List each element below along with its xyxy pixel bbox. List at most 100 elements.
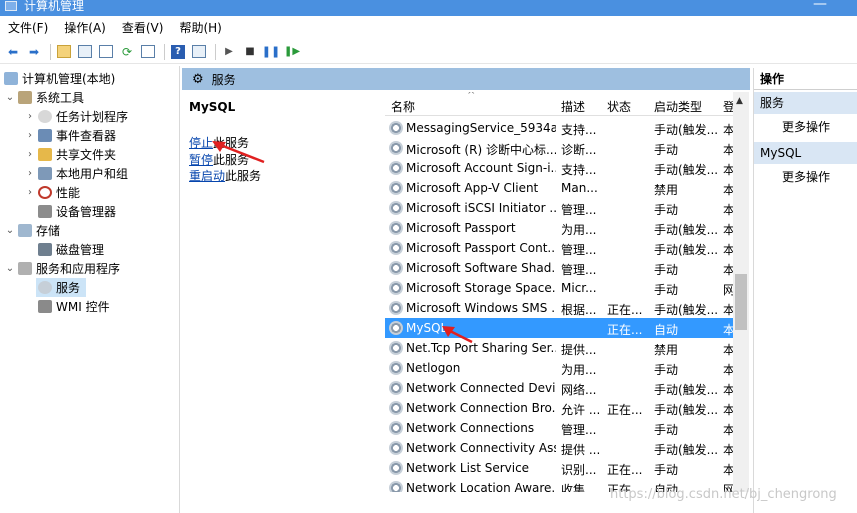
table-row[interactable]: Network List Service 识别... 正在... 手动 本 bbox=[385, 458, 733, 478]
table-row[interactable]: Network Connection Bro... 允许 ... 正在... 手动(触… bbox=[385, 398, 733, 418]
menu-bar: 文件(F) 操作(A) 查看(V) 帮助(H) bbox=[0, 17, 857, 39]
chevron-down-icon[interactable]: ⌄ bbox=[4, 263, 16, 274]
disk-icon bbox=[38, 243, 52, 256]
menu-file[interactable]: 文件(F) bbox=[0, 18, 56, 38]
service-description-cell: 收集... bbox=[561, 483, 597, 492]
table-row[interactable]: Microsoft App-V Client Man... 禁用 本 bbox=[385, 178, 733, 198]
more-actions-services[interactable]: 更多操作 bbox=[782, 118, 830, 135]
actions-section-services[interactable]: 服务 bbox=[754, 92, 857, 114]
table-row[interactable]: Microsoft (R) 诊断中心标... 诊断... 手动 本 bbox=[385, 138, 733, 158]
column-header-description[interactable]: 描述 bbox=[561, 98, 585, 115]
service-startup-cell: 手动 bbox=[654, 363, 679, 377]
column-header-name[interactable]: 名称 bbox=[391, 98, 415, 115]
gear-icon bbox=[389, 381, 403, 395]
service-name-cell: Microsoft iSCSI Initiator ... bbox=[406, 201, 556, 215]
table-row[interactable]: Network Connections 管理... 手动 本 bbox=[385, 418, 733, 438]
menu-action[interactable]: 操作(A) bbox=[56, 18, 114, 38]
gear-icon bbox=[389, 341, 403, 355]
stop-service-icon[interactable]: ■ bbox=[241, 43, 259, 61]
table-row[interactable]: MessagingService_5934a 支持... 手动(触发... 本 bbox=[385, 118, 733, 138]
tree-item-root[interactable]: 计算机管理(本地) bbox=[2, 69, 115, 88]
table-row[interactable]: Microsoft Passport 为用... 手动(触发... 本 bbox=[385, 218, 733, 238]
tree-item-wmi[interactable]: WMI 控件 bbox=[36, 297, 110, 316]
tree-item-event-viewer[interactable]: › 事件查看器 bbox=[24, 126, 116, 145]
chevron-right-icon[interactable]: › bbox=[24, 111, 36, 122]
table-row[interactable]: Microsoft iSCSI Initiator ... 管理... 手动 本 bbox=[385, 198, 733, 218]
start-service-icon[interactable]: ▶ bbox=[220, 43, 238, 61]
table-row[interactable]: Microsoft Storage Space... Micr... 手动 网 bbox=[385, 278, 733, 298]
forward-arrow-icon[interactable]: ➡ bbox=[25, 43, 43, 61]
table-row[interactable]: Network Connectivity Ass... 提供 ... 手动(触发..… bbox=[385, 438, 733, 458]
actions-section-mysql[interactable]: MySQL bbox=[754, 142, 857, 164]
service-logon-cell: 本 bbox=[723, 343, 733, 357]
table-row[interactable]: Microsoft Account Sign-i... 支持... 手动(触发...… bbox=[385, 158, 733, 178]
tree-item-label: 性能 bbox=[56, 186, 81, 200]
chevron-right-icon[interactable]: › bbox=[24, 149, 36, 160]
service-startup-cell: 手动 bbox=[654, 143, 679, 157]
menu-view[interactable]: 查看(V) bbox=[114, 18, 172, 38]
menu-help[interactable]: 帮助(H) bbox=[171, 18, 229, 38]
tree-item-device-manager[interactable]: 设备管理器 bbox=[36, 202, 116, 221]
service-description-cell: 为用... bbox=[561, 363, 597, 377]
tree-item-disk-management[interactable]: 磁盘管理 bbox=[36, 240, 104, 259]
chevron-right-icon[interactable]: › bbox=[24, 187, 36, 198]
service-status-cell: 正在... bbox=[607, 403, 643, 417]
tree-item-system-tools[interactable]: ⌄ 系统工具 bbox=[4, 88, 84, 107]
gear-icon bbox=[38, 281, 52, 294]
show-hide-tree-icon[interactable] bbox=[76, 43, 94, 61]
minimize-button[interactable]: — bbox=[813, 0, 827, 12]
scroll-up-icon[interactable]: ▲ bbox=[736, 96, 743, 106]
tree-item-performance[interactable]: › 性能 bbox=[24, 183, 80, 202]
service-name-cell: MessagingService_5934a bbox=[406, 121, 556, 135]
tree-item-task-scheduler[interactable]: › 任务计划程序 bbox=[24, 107, 128, 126]
gear-icon bbox=[389, 221, 403, 235]
column-header-startup-type[interactable]: 启动类型 bbox=[654, 98, 702, 115]
service-description-cell: 为用... bbox=[561, 223, 597, 237]
table-row[interactable]: Microsoft Windows SMS ... 根据... 正在... 手动(触发… bbox=[385, 298, 733, 318]
service-startup-cell: 手动 bbox=[654, 423, 679, 437]
chevron-down-icon[interactable]: ⌄ bbox=[4, 92, 16, 103]
service-logon-cell: 本 bbox=[723, 323, 733, 337]
service-description-cell: 根据... bbox=[561, 303, 597, 317]
pause-service-icon[interactable]: ❚❚ bbox=[262, 43, 280, 61]
column-header-logon[interactable]: 登 bbox=[723, 98, 733, 115]
service-startup-cell: 手动(触发... bbox=[654, 403, 719, 417]
service-name-cell: Microsoft Passport bbox=[406, 221, 516, 235]
properties-icon[interactable] bbox=[97, 43, 115, 61]
tree-item-services-apps[interactable]: ⌄ 服务和应用程序 bbox=[4, 259, 120, 278]
chevron-right-icon[interactable]: › bbox=[24, 130, 36, 141]
table-header: ^ 名称 描述 状态 启动类型 登 bbox=[385, 92, 733, 116]
more-actions-mysql[interactable]: 更多操作 bbox=[782, 168, 830, 185]
table-row[interactable]: Network Connected Devi... 网络... 手动(触发... 本 bbox=[385, 378, 733, 398]
tree-item-shared-folders[interactable]: › 共享文件夹 bbox=[24, 145, 116, 164]
column-header-status[interactable]: 状态 bbox=[607, 98, 631, 115]
resume-service-icon[interactable]: ❚▶ bbox=[283, 43, 301, 61]
tree-item-label: 设备管理器 bbox=[56, 205, 117, 219]
window-title: 计算机管理 bbox=[24, 0, 85, 13]
service-logon-cell: 本 bbox=[723, 423, 733, 437]
table-row[interactable]: Microsoft Passport Cont... 管理... 手动(触发... 本 bbox=[385, 238, 733, 258]
gear-icon bbox=[389, 361, 403, 375]
action-pane-icon[interactable] bbox=[190, 43, 208, 61]
toolbar: ⬅ ➡ ⟳ ? ▶ ■ ❚❚ ❚▶ bbox=[0, 40, 857, 64]
restart-service-link[interactable]: 重启动 bbox=[189, 169, 225, 183]
help-icon[interactable]: ? bbox=[169, 43, 187, 61]
table-row[interactable]: Microsoft Software Shad... 管理... 手动 本 bbox=[385, 258, 733, 278]
service-logon-cell: 本 bbox=[723, 143, 733, 157]
export-list-icon[interactable] bbox=[139, 43, 157, 61]
chevron-down-icon[interactable]: ⌄ bbox=[4, 225, 16, 236]
service-name-cell: Network List Service bbox=[406, 461, 530, 475]
table-row[interactable]: Netlogon 为用... 手动 本 bbox=[385, 358, 733, 378]
up-folder-icon[interactable] bbox=[55, 43, 73, 61]
tree-item-storage[interactable]: ⌄ 存储 bbox=[4, 221, 60, 240]
tree-item-services[interactable]: 服务 bbox=[36, 278, 87, 297]
service-description-cell: 提供 ... bbox=[561, 443, 601, 457]
tree-item-local-users[interactable]: › 本地用户和组 bbox=[24, 164, 128, 183]
vertical-scrollbar[interactable]: ▲ bbox=[733, 92, 749, 492]
scrollbar-thumb[interactable] bbox=[735, 274, 747, 330]
refresh-icon[interactable]: ⟳ bbox=[118, 43, 136, 61]
storage-icon bbox=[18, 224, 32, 237]
back-arrow-icon[interactable]: ⬅ bbox=[4, 43, 22, 61]
chevron-right-icon[interactable]: › bbox=[24, 168, 36, 179]
tree-item-label: 事件查看器 bbox=[56, 129, 117, 143]
